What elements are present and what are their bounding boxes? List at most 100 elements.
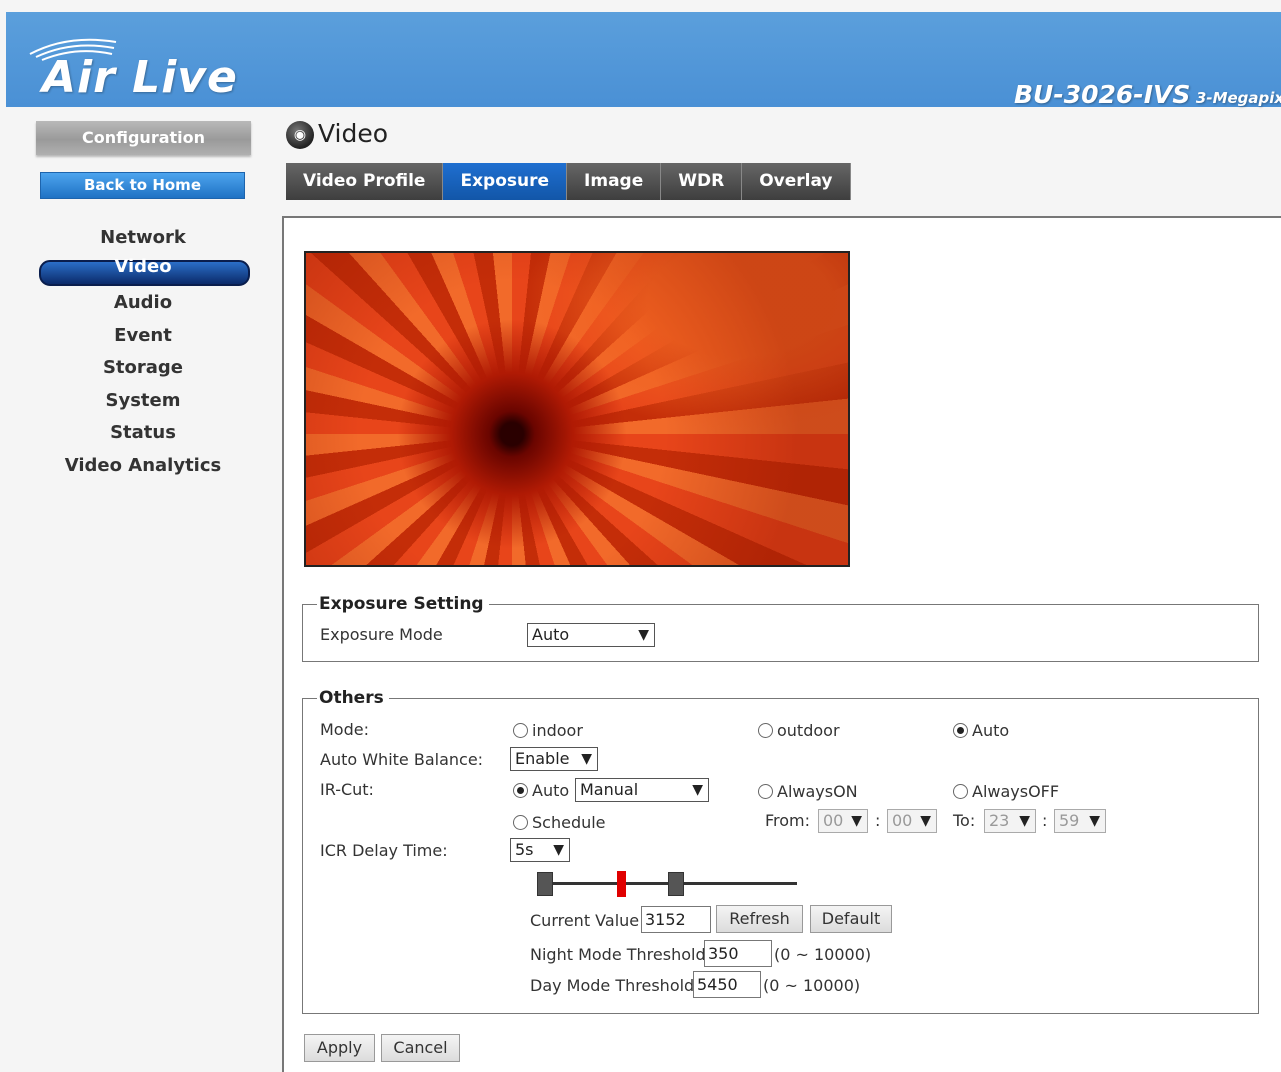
- model-suffix: 3-Megapixe: [1195, 89, 1281, 107]
- configuration-button[interactable]: Configuration: [36, 121, 251, 155]
- radio-label: Auto: [972, 721, 1010, 740]
- logo-text: Air Live: [42, 52, 238, 103]
- sidebar-item-label: Audio: [113, 292, 173, 313]
- mode-label: Mode:: [320, 720, 369, 739]
- current-value-field[interactable]: 3152: [641, 906, 711, 933]
- ircut-alwaysoff-radio[interactable]: AlwaysOFF: [953, 782, 1059, 801]
- tab-wdr[interactable]: WDR: [661, 163, 743, 200]
- model-number: BU-3026-IVS: [1014, 80, 1191, 109]
- chevron-down-icon: ▼: [1019, 813, 1030, 829]
- mode-auto-radio[interactable]: Auto: [953, 721, 1009, 740]
- exposure-mode-select[interactable]: Auto ▼: [527, 623, 655, 647]
- sidebar-item-label: System: [105, 389, 181, 411]
- chevron-down-icon: ▼: [851, 813, 862, 829]
- exposure-mode-value: Auto: [532, 625, 570, 644]
- exposure-mode-label: Exposure Mode: [320, 625, 443, 644]
- radio-label: AlwaysOFF: [972, 782, 1060, 801]
- from-hour-select[interactable]: 00 ▼: [818, 809, 868, 833]
- cancel-button[interactable]: Cancel: [381, 1034, 460, 1062]
- chevron-down-icon: ▼: [638, 627, 649, 643]
- sidebar-item-video-analytics[interactable]: Video Analytics: [6, 450, 280, 483]
- to-hour-select[interactable]: 23 ▼: [984, 809, 1036, 833]
- awb-label: Auto White Balance:: [320, 750, 484, 769]
- tab-image[interactable]: Image: [567, 163, 662, 200]
- sidebar: Configuration Back to Home Network Video…: [6, 107, 280, 1072]
- camera-icon: ◉: [286, 121, 314, 149]
- sidebar-nav: Network Video Audio Event Storage System…: [6, 222, 280, 482]
- icr-delay-value: 5s: [515, 840, 534, 859]
- icr-delay-select[interactable]: 5s ▼: [510, 838, 570, 862]
- tab-video-profile[interactable]: Video Profile: [286, 163, 444, 200]
- apply-button[interactable]: Apply: [304, 1034, 375, 1062]
- mode-outdoor-radio[interactable]: outdoor: [758, 721, 840, 740]
- current-value-marker: [616, 871, 626, 897]
- night-threshold-thumb[interactable]: [537, 872, 553, 896]
- sidebar-item-audio[interactable]: Audio: [6, 287, 280, 320]
- tab-overlay[interactable]: Overlay: [742, 163, 851, 200]
- radio-label: Schedule: [532, 813, 606, 832]
- night-threshold-range: (0 ~ 10000): [774, 945, 872, 964]
- day-threshold-field[interactable]: 5450: [693, 971, 761, 998]
- from-label: From:: [765, 811, 811, 830]
- radio-icon: [953, 784, 968, 799]
- radio-icon: [513, 815, 528, 830]
- model-name: BU-3026-IVS 3-Megapixe: [1014, 80, 1281, 109]
- sidebar-item-label: Event: [114, 324, 172, 346]
- chevron-down-icon: ▼: [553, 842, 564, 858]
- to-minute-select[interactable]: 59 ▼: [1054, 809, 1106, 833]
- ircut-label: IR-Cut:: [320, 780, 374, 799]
- night-threshold-label: Night Mode Threshold: [530, 945, 706, 964]
- sidebar-item-event[interactable]: Event: [6, 320, 280, 353]
- sidebar-item-label: Video: [114, 255, 172, 277]
- ircut-auto-select[interactable]: Manual ▼: [575, 778, 709, 802]
- sidebar-item-storage[interactable]: Storage: [6, 352, 280, 385]
- to-colon: :: [1042, 811, 1048, 830]
- radio-icon: [758, 784, 773, 799]
- radio-label: AlwaysON: [777, 782, 858, 801]
- ircut-schedule-radio[interactable]: Schedule: [513, 813, 606, 832]
- airlive-logo: Air Live: [28, 32, 258, 112]
- ircut-auto-radio[interactable]: Auto: [513, 781, 569, 800]
- radio-selected-icon: [953, 723, 968, 738]
- refresh-button[interactable]: Refresh: [716, 905, 803, 933]
- to-hour-value: 23: [989, 811, 1010, 830]
- radio-label: outdoor: [777, 721, 840, 740]
- day-threshold-label: Day Mode Threshold: [530, 976, 695, 995]
- header-banner: Air Live BU-3026-IVS 3-Megapixe: [6, 12, 1281, 109]
- to-minute-value: 59: [1059, 811, 1080, 830]
- sidebar-item-network[interactable]: Network: [6, 222, 280, 255]
- main-content: Exposure Setting Exposure Mode Auto ▼ Oth…: [282, 216, 1281, 1072]
- others-group: Others Mode: indoor outdoor Auto Auto Wh…: [302, 687, 1259, 1014]
- back-to-home-button[interactable]: Back to Home: [40, 172, 245, 199]
- current-value-label: Current Value: [530, 911, 640, 930]
- sidebar-item-video[interactable]: Video: [6, 255, 280, 288]
- day-threshold-thumb[interactable]: [668, 872, 684, 896]
- sidebar-item-label: Video Analytics: [64, 454, 222, 476]
- video-preview: [304, 251, 850, 567]
- sidebar-item-system[interactable]: System: [6, 385, 280, 418]
- from-hour-value: 00: [823, 811, 844, 830]
- from-minute-select[interactable]: 00 ▼: [887, 809, 937, 833]
- page-title-text: Video: [318, 119, 389, 148]
- radio-icon: [758, 723, 773, 738]
- exposure-setting-group: Exposure Setting Exposure Mode Auto ▼: [302, 593, 1259, 662]
- tab-bar: Video Profile Exposure Image WDR Overlay: [286, 163, 851, 200]
- preview-image: [306, 253, 848, 565]
- awb-select[interactable]: Enable ▼: [510, 747, 598, 771]
- radio-label: Auto: [532, 781, 570, 800]
- chevron-down-icon: ▼: [692, 782, 703, 798]
- default-button[interactable]: Default: [810, 905, 892, 933]
- from-minute-value: 00: [892, 811, 913, 830]
- to-label: To:: [953, 811, 976, 830]
- ircut-alwayson-radio[interactable]: AlwaysON: [758, 782, 858, 801]
- day-threshold-range: (0 ~ 10000): [763, 976, 861, 995]
- chevron-down-icon: ▼: [1089, 813, 1100, 829]
- sidebar-item-status[interactable]: Status: [6, 417, 280, 450]
- others-legend: Others: [317, 687, 389, 709]
- night-threshold-field[interactable]: 350: [704, 940, 772, 967]
- awb-value: Enable: [515, 749, 570, 768]
- tab-exposure[interactable]: Exposure: [443, 163, 568, 200]
- icr-delay-label: ICR Delay Time:: [320, 841, 448, 860]
- mode-indoor-radio[interactable]: indoor: [513, 721, 583, 740]
- radio-selected-icon: [513, 783, 528, 798]
